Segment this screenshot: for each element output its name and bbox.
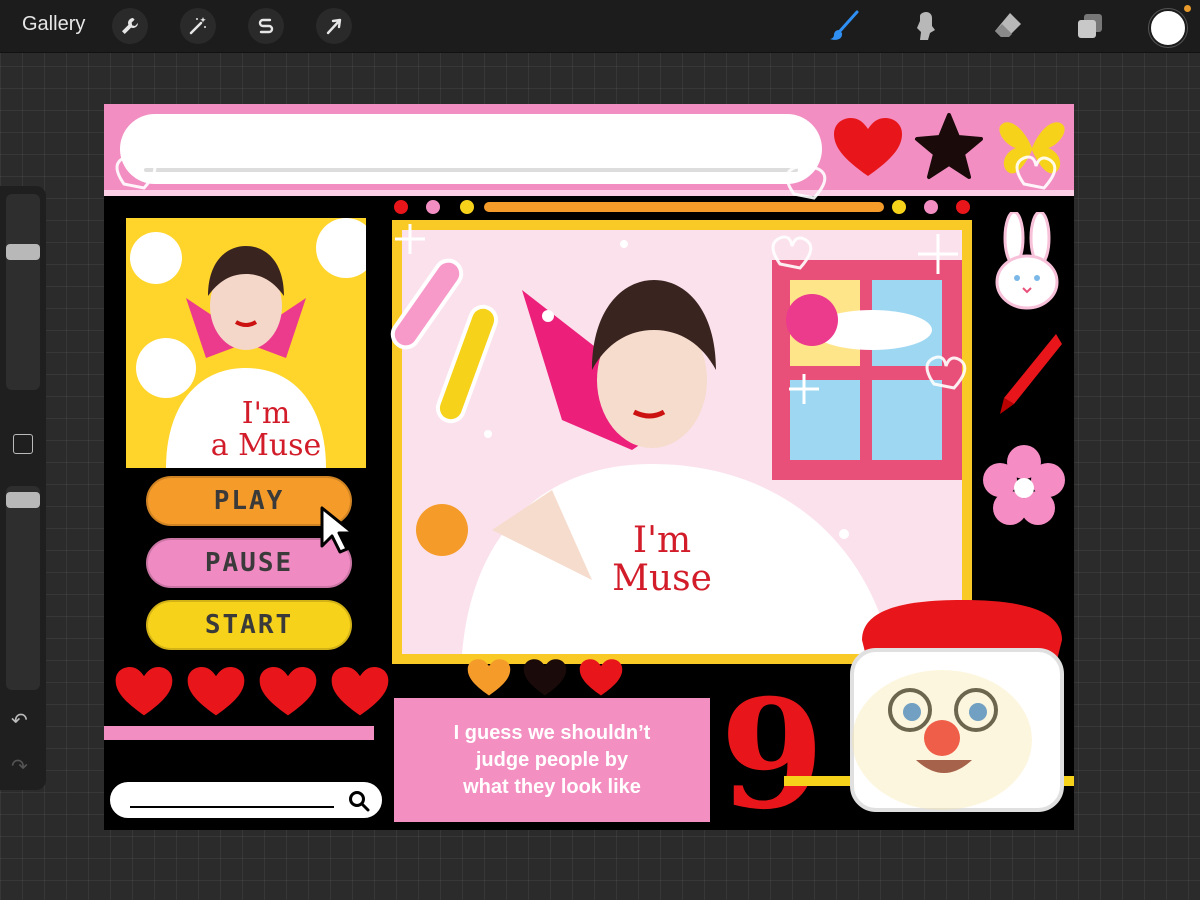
cursor-icon — [320, 506, 355, 554]
heart-icon — [579, 659, 623, 696]
star-icon — [915, 113, 983, 179]
lives-hearts — [114, 664, 390, 720]
flower-icon — [983, 445, 1065, 525]
modify-button[interactable] — [13, 434, 33, 454]
quote-box: I guess we shouldn’t judge people by wha… — [394, 698, 710, 822]
layers-icon[interactable] — [1070, 8, 1110, 44]
test-tubes-sticker — [390, 258, 499, 424]
heart-icon — [467, 659, 511, 696]
quote-text: I guess we shouldn’t judge people by wha… — [453, 721, 651, 798]
brush-size-slider[interactable] — [6, 194, 40, 390]
crayon-icon — [1000, 334, 1062, 414]
color-picker-button[interactable] — [1149, 5, 1191, 47]
transform-arrow-icon[interactable] — [316, 8, 352, 44]
brush-icon[interactable] — [824, 8, 864, 44]
header-divider — [104, 190, 1074, 196]
selection-icon[interactable] — [248, 8, 284, 44]
smudge-icon[interactable] — [906, 8, 946, 44]
black-bar — [104, 746, 350, 760]
toolbar: Gallery — [0, 0, 1200, 53]
top-search-bar[interactable] — [120, 114, 822, 184]
heart-icon — [331, 667, 389, 716]
heart-icon — [523, 659, 567, 696]
wrench-icon[interactable] — [112, 8, 148, 44]
sidebar: ↶ ↷ — [0, 186, 46, 790]
brush-size-thumb[interactable] — [6, 244, 40, 261]
heart-icon — [187, 667, 245, 716]
big-number: 9 — [720, 667, 825, 830]
start-button[interactable]: START — [146, 600, 352, 650]
shirt-text-small: I'm a Muse — [210, 396, 322, 463]
yellow-dot — [890, 198, 908, 216]
canvas[interactable]: I'm a Muse I'm Muse PLAY PAUSE START I g… — [104, 104, 1074, 830]
red-dot — [954, 198, 972, 216]
redo-icon[interactable]: ↷ — [11, 754, 28, 778]
heart-icon — [115, 667, 173, 716]
yellow-dot — [458, 198, 476, 216]
opacity-thumb[interactable] — [6, 492, 40, 508]
pink-strip — [104, 726, 374, 740]
pink-dot — [424, 198, 442, 216]
eraser-icon[interactable] — [988, 8, 1028, 44]
magic-wand-icon[interactable] — [180, 8, 216, 44]
opacity-slider[interactable] — [6, 486, 40, 690]
small-portrait-photo: I'm a Muse — [126, 218, 366, 468]
heart-icon — [834, 118, 902, 176]
orange-progress-bar — [484, 202, 884, 212]
bunny-sticker — [995, 212, 1059, 310]
toaster-character-sticker — [850, 600, 1064, 812]
butterfly-icon — [999, 122, 1065, 174]
bottom-search-bar[interactable] — [108, 780, 384, 820]
gallery-button[interactable]: Gallery — [22, 13, 85, 36]
search-icon — [349, 791, 370, 812]
shirt-text-big: I'm Muse — [612, 520, 712, 599]
pink-dot — [922, 198, 940, 216]
heart-icon — [259, 667, 317, 716]
undo-icon[interactable]: ↶ — [11, 708, 28, 732]
red-dot — [392, 198, 410, 216]
